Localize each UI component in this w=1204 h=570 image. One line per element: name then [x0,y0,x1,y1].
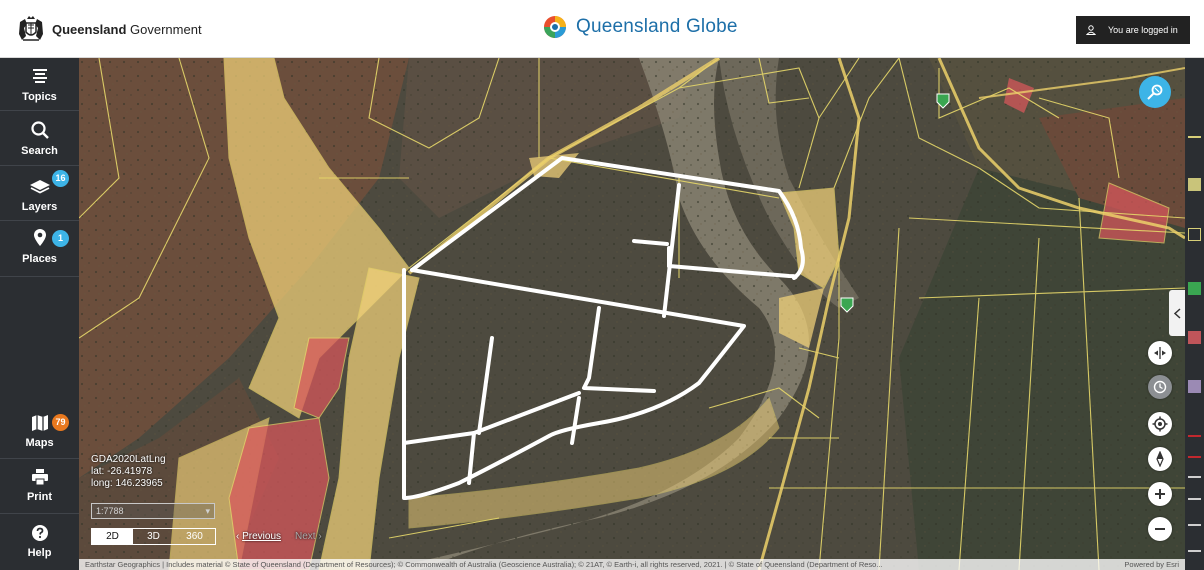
search-icon [30,121,49,139]
latitude-value: lat: -26.41978 [91,466,153,477]
legend-swatch [1188,282,1201,295]
logged-in-label: You are logged in [1108,25,1178,35]
sidebar-item-help[interactable]: Help [0,524,79,559]
measure-icon [1147,84,1163,100]
measure-button[interactable] [1139,76,1171,108]
legend-swatch [1188,331,1201,344]
government-name: Queensland Government [52,21,202,37]
map-icon [31,415,48,431]
powered-by-esri[interactable]: Powered by Esri [1124,559,1179,570]
sidebar-divider [0,220,79,221]
app-header: Queensland Government Queensland Globe Y… [0,0,1204,58]
legend-swatch [1188,435,1201,437]
locate-icon [1152,416,1168,432]
sidebar-divider [0,513,79,514]
coordinate-system[interactable]: GDA2020LatLng [91,454,166,466]
zoom-in-button[interactable] [1148,482,1172,506]
sidebar-item-search[interactable]: Search [0,120,79,157]
scale-value: 1:7788 [96,506,124,516]
sidebar-divider [0,458,79,459]
sidebar-item-label: Help [27,547,52,559]
pin-icon [33,229,46,246]
sidebar-divider [0,165,79,166]
places-count-badge: 1 [52,230,69,247]
map-viewport[interactable] [79,58,1185,570]
longitude-value: long: 146.23965 [91,478,163,489]
legend-swatch [1188,524,1201,526]
sidebar-item-print[interactable]: Print [0,468,79,503]
compare-button[interactable] [1148,341,1172,365]
sidebar-item-label: Layers [21,201,58,213]
view-mode-toggle: 2D 3D 360 [91,528,216,545]
queensland-globe-logo-icon [544,16,566,38]
zoom-out-icon [1155,528,1165,530]
legend-swatch [1188,456,1201,458]
compare-icon [1154,347,1166,359]
previous-extent-link[interactable]: ‹ Previous [236,531,281,542]
satellite-map-canvas[interactable] [79,58,1185,570]
time-slider-button[interactable] [1148,375,1172,399]
map-attribution: Earthstar Geographics | Includes materia… [79,559,1185,570]
sidebar-item-places[interactable]: 1 Places [0,228,79,265]
logged-in-button[interactable]: You are logged in [1076,16,1190,44]
legend-strip [1185,58,1204,570]
sidebar-item-label: Places [22,253,57,265]
attribution-text: Earthstar Geographics | Includes materia… [85,560,883,569]
topics-icon [32,69,47,83]
legend-swatch [1188,476,1201,478]
chevron-left-icon [1173,307,1181,319]
next-extent-link[interactable]: Next › [295,531,322,542]
collapse-panel-tab[interactable] [1169,290,1185,336]
sidebar-item-topics[interactable]: Topics [0,66,79,103]
zoom-out-button[interactable] [1148,517,1172,541]
locate-button[interactable] [1148,412,1172,436]
sidebar-item-maps[interactable]: 79 Maps [0,414,79,449]
layers-count-badge: 16 [52,170,69,187]
sidebar-divider [0,110,79,111]
sidebar-item-label: Maps [25,437,54,449]
scale-select[interactable]: 1:7788 ▾ [91,503,215,519]
chevron-down-icon: ▾ [205,506,210,516]
legend-swatch [1188,178,1201,191]
sidebar-item-layers[interactable]: 16 Layers [0,170,79,213]
legend-swatch [1188,498,1201,500]
app-title-text: Queensland Globe [576,16,738,37]
user-icon [1086,25,1096,35]
app-title: Queensland Globe [542,14,738,40]
legend-swatch [1188,228,1201,241]
sidebar-divider [0,276,79,277]
sidebar-item-label: Topics [22,91,57,103]
sidebar: Topics Search 16 Layers 1 Places 79 Maps… [0,58,79,570]
clock-icon [1153,380,1167,394]
compass-button[interactable] [1148,447,1172,471]
view-mode-3d[interactable]: 3D [133,529,174,544]
legend-swatch [1188,380,1201,393]
view-mode-360[interactable]: 360 [174,529,215,544]
view-mode-2d[interactable]: 2D [92,529,133,544]
maps-count-badge: 79 [52,414,69,431]
sidebar-item-label: Search [21,145,58,157]
sidebar-item-label: Print [26,491,53,503]
layers-icon [29,180,50,194]
legend-swatch [1188,136,1201,138]
zoom-in-icon [1155,489,1165,499]
printer-icon [31,469,48,486]
legend-swatch [1188,550,1201,552]
coordinate-readout: GDA2020LatLng lat: -26.41978 long: 146.2… [91,454,166,490]
help-icon [31,525,48,541]
extent-navigation: ‹ Previous Next › [236,531,322,542]
coat-of-arms-icon [19,16,43,41]
queensland-government-logo[interactable]: Queensland Government [16,14,202,44]
compass-icon [1156,451,1164,467]
